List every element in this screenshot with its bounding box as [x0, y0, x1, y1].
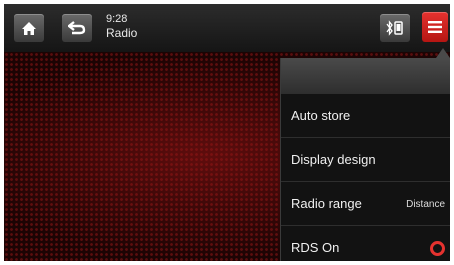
top-bar: 9:28 Radio [4, 4, 450, 52]
menu-item-label: Auto store [291, 108, 351, 123]
back-icon [68, 21, 86, 35]
source-label: Radio [106, 26, 138, 40]
menu-item-label: Display design [291, 152, 376, 167]
radio-range-value: Distance [406, 199, 445, 210]
bluetooth-phone-icon [385, 20, 405, 36]
menu-icon [427, 20, 443, 34]
phone-button[interactable] [380, 14, 410, 42]
menu-caret [436, 48, 450, 58]
menu-header [281, 58, 450, 94]
menu-item-label: Radio range [291, 196, 362, 211]
radio-screen: 9:28 Radio Auto store Display design Rad… [4, 4, 450, 261]
menu-item-display-design[interactable]: Display design [281, 138, 450, 182]
menu-item-label: RDS On [291, 240, 340, 255]
clock: 9:28 [106, 13, 128, 25]
menu-item-auto-store[interactable]: Auto store [281, 94, 450, 138]
home-icon [21, 21, 37, 36]
back-button[interactable] [62, 14, 92, 42]
rds-toggle-indicator[interactable] [430, 241, 445, 256]
menu-button[interactable] [422, 12, 448, 42]
home-button[interactable] [14, 14, 44, 42]
options-menu: Auto store Display design Radio range Di… [280, 58, 450, 261]
menu-item-radio-range[interactable]: Radio range Distance [281, 182, 450, 226]
menu-item-rds-on[interactable]: RDS On [281, 226, 450, 261]
